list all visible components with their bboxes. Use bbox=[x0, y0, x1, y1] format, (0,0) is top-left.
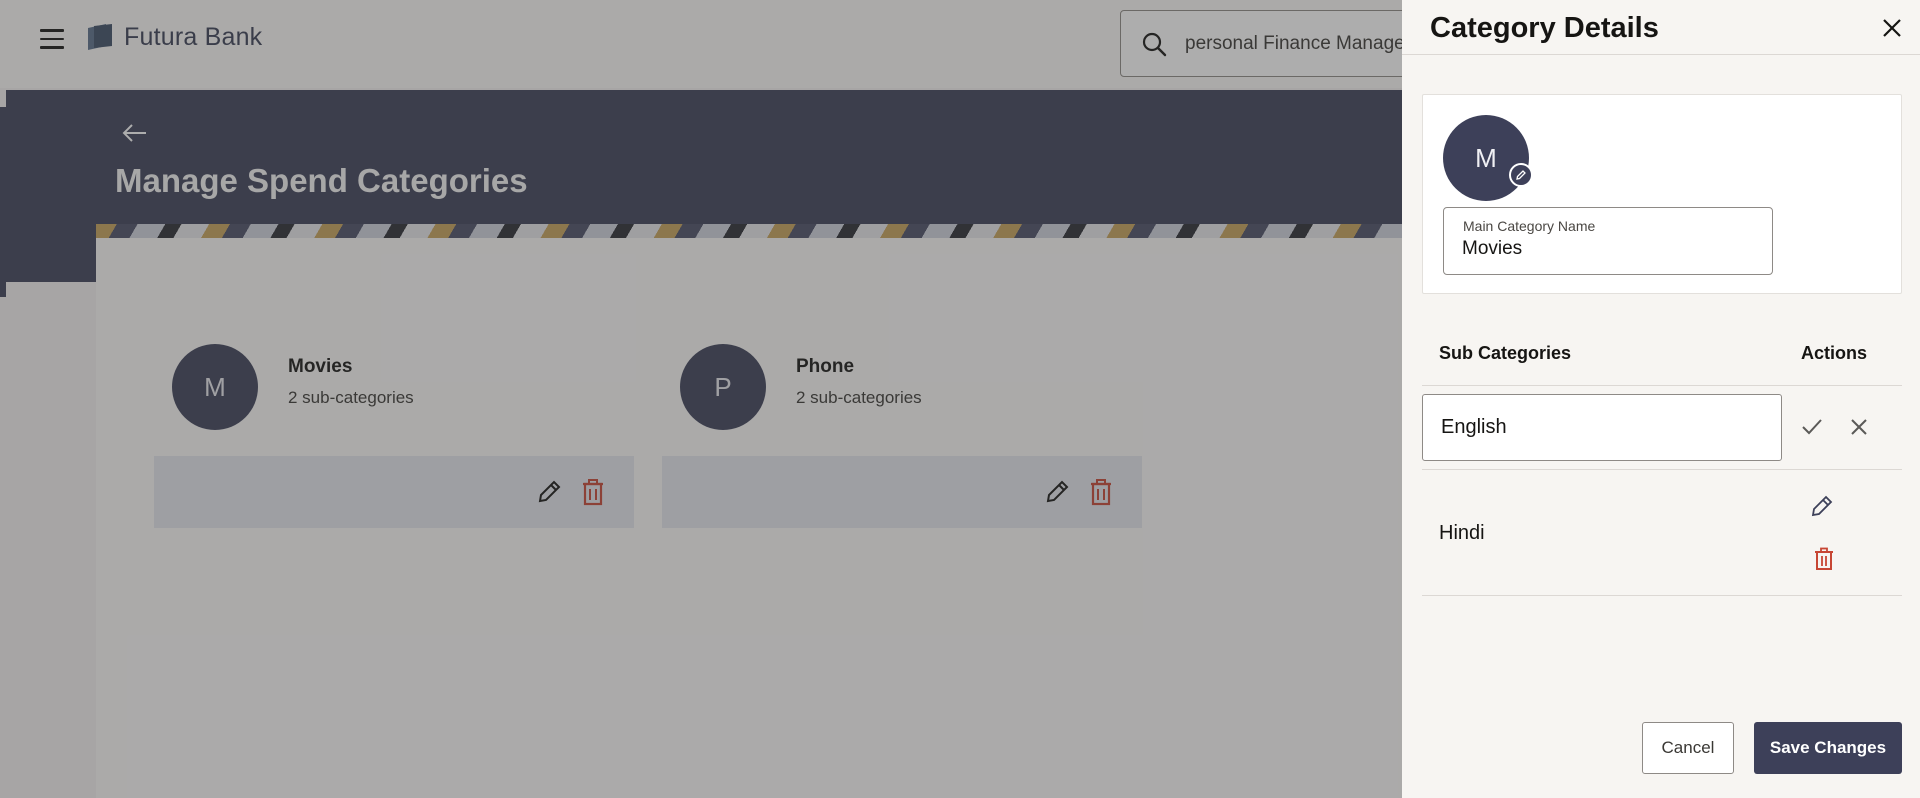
category-details-box: M Main Category Name bbox=[1422, 94, 1902, 294]
divider bbox=[1422, 469, 1902, 470]
divider bbox=[1422, 595, 1902, 596]
check-icon[interactable] bbox=[1800, 416, 1824, 438]
save-changes-button[interactable]: Save Changes bbox=[1754, 722, 1902, 774]
close-icon[interactable] bbox=[1880, 16, 1904, 40]
main-category-field[interactable]: Main Category Name bbox=[1443, 207, 1773, 275]
panel-title: Category Details bbox=[1430, 12, 1659, 44]
main-category-input[interactable] bbox=[1462, 238, 1752, 260]
sub-categories-header: Sub Categories bbox=[1439, 343, 1572, 363]
actions-header: Actions bbox=[1801, 343, 1868, 363]
divider bbox=[1402, 54, 1920, 55]
avatar-edit-icon[interactable] bbox=[1509, 163, 1533, 187]
cancel-button[interactable]: Cancel bbox=[1642, 722, 1734, 774]
pencil-icon[interactable] bbox=[1810, 494, 1834, 518]
trash-icon[interactable] bbox=[1813, 547, 1835, 571]
sub-category-name: Hindi bbox=[1439, 522, 1485, 544]
divider bbox=[1422, 385, 1902, 386]
main-category-label: Main Category Name bbox=[1463, 218, 1596, 234]
category-avatar: M bbox=[1443, 115, 1529, 201]
close-icon[interactable] bbox=[1850, 418, 1868, 436]
pencil-icon bbox=[1516, 170, 1526, 180]
sub-category-edit-input[interactable] bbox=[1422, 394, 1782, 461]
modal-overlay[interactable] bbox=[0, 0, 1402, 798]
category-details-panel: Category Details M Main Category Name Su… bbox=[1402, 0, 1920, 798]
